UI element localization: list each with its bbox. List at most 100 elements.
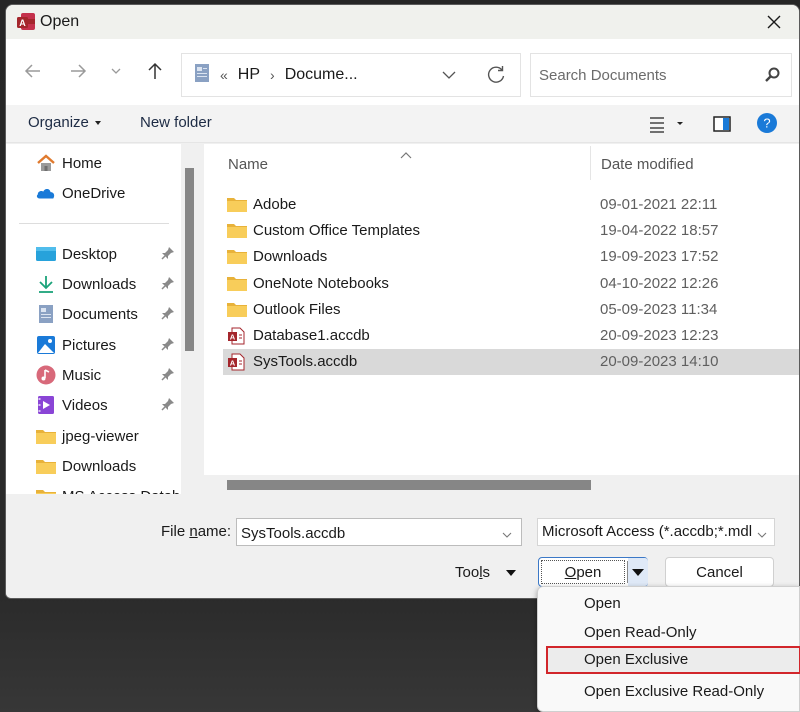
view-options-button[interactable] [648,114,684,138]
file-name-input[interactable] [241,523,491,543]
open-dialog: A Open « HP › Docume... Search Documents… [5,4,800,599]
menu-item-open[interactable]: Open [538,590,800,618]
column-header-name[interactable]: Name [228,156,268,173]
close-icon [767,15,781,29]
preview-pane-icon [713,116,731,132]
sidebar-item-music[interactable]: Music [36,362,186,388]
pin-icon[interactable] [161,397,175,415]
tools-button[interactable]: Tools [455,564,490,581]
breadcrumb-overflow[interactable]: « [220,67,228,83]
column-divider[interactable] [590,146,591,180]
address-history-button[interactable] [440,66,458,88]
file-row[interactable]: Downloads 19-09-2023 17:52 [223,244,799,270]
file-date-modified: 19-09-2023 17:52 [600,248,719,266]
file-name: SysTools.accdb [253,353,358,371]
cancel-button[interactable]: Cancel [665,557,774,587]
caret-down-icon [632,569,644,576]
file-row[interactable]: Adobe 09-01-2021 22:11 [223,192,799,218]
search-icon[interactable] [763,66,781,88]
back-button[interactable] [21,59,45,83]
file-name: Adobe [253,196,297,213]
access-file-icon: A [227,327,247,345]
up-button[interactable] [143,59,167,83]
folder-icon [36,456,56,476]
file-name-label: File name: [161,523,232,540]
breadcrumb-hp[interactable]: HP [238,66,260,84]
svg-text:A: A [230,359,236,368]
breadcrumb-separator[interactable]: › [270,67,275,83]
search-box[interactable] [530,53,792,97]
arrow-left-icon [24,64,40,78]
sidebar-item-videos[interactable]: Videos [36,392,186,418]
sidebar-scrollbar-thumb[interactable] [185,168,194,351]
svg-text:?: ? [763,116,770,131]
sidebar-item-home[interactable]: Home [36,150,186,176]
open-options-dropdown-button[interactable] [628,558,648,586]
address-bar[interactable]: « HP › Docume... [181,53,521,97]
videos-icon [36,395,56,415]
sidebar-item-onedrive[interactable]: OneDrive [36,180,186,206]
sidebar-item-desktop[interactable]: Desktop [36,241,186,267]
recent-locations-button[interactable] [104,59,128,83]
download-icon [36,274,56,294]
file-row[interactable]: Custom Office Templates 19-04-2022 18:57 [223,218,799,244]
navigation-bar: « HP › Docume... [6,39,799,105]
svg-text:A: A [230,333,236,342]
refresh-button[interactable] [485,64,507,90]
menu-item-open-exclusive[interactable]: Open Exclusive [546,646,800,674]
preview-pane-button[interactable] [712,114,732,138]
folder-icon [227,222,247,240]
file-name: Database1.accdb [253,327,370,344]
tools-caret-icon[interactable] [506,570,516,576]
access-app-icon: A [16,12,36,32]
file-row[interactable]: OneNote Notebooks 04-10-2022 12:26 [223,271,799,297]
breadcrumb-documents[interactable]: Docume... [285,66,358,84]
menu-item-open-read-only[interactable]: Open Read-Only [538,619,800,647]
folder-icon [227,301,247,319]
pin-icon[interactable] [161,246,175,264]
file-list: Name Date modified Adobe 09-01-2021 22:11… [204,144,799,475]
column-header-date-modified[interactable]: Date modified [601,156,694,173]
help-button[interactable]: ? [756,112,778,138]
new-folder-button[interactable]: New folder [140,114,212,131]
title-bar: A Open [6,5,799,39]
sidebar-item-jpeg-viewer[interactable]: jpeg-viewer [36,423,186,449]
file-row[interactable]: A Database1.accdb 20-09-2023 12:23 [223,323,799,349]
file-name-dropdown-button[interactable] [501,527,513,544]
file-row[interactable]: Outlook Files 05-09-2023 11:34 [223,297,799,323]
sidebar-item-downloads-folder[interactable]: Downloads [36,453,186,479]
documents-icon [36,304,56,324]
pin-icon[interactable] [161,337,175,355]
sidebar-item-downloads[interactable]: Downloads [36,271,186,297]
sidebar-item-ms-access-databases[interactable]: MS Access Datab [36,483,186,494]
refresh-icon [487,66,505,83]
search-input[interactable] [539,64,749,86]
menu-item-open-exclusive-read-only[interactable]: Open Exclusive Read-Only [538,678,800,706]
file-date-modified: 20-09-2023 14:10 [600,353,719,371]
folder-icon [36,426,56,446]
file-name: Outlook Files [253,300,341,318]
close-button[interactable] [763,11,785,33]
open-options-menu: Open Open Read-Only Open Exclusive Open … [537,586,800,712]
caret-down-icon [94,121,101,126]
file-type-select[interactable]: Microsoft Access (*.accdb;*.mdl [537,518,775,546]
file-name-combobox[interactable] [236,518,522,546]
forward-button[interactable] [66,59,90,83]
chevron-down-icon [502,532,512,538]
svg-text:A: A [19,18,26,28]
file-row[interactable]: A SysTools.accdb 20-09-2023 14:10 [223,349,799,376]
pin-icon[interactable] [161,276,175,294]
command-bar: Organize New folder ? [6,105,799,143]
sidebar-item-documents[interactable]: Documents [36,301,186,327]
sidebar-item-pictures[interactable]: Pictures [36,332,186,358]
file-name: OneNote Notebooks [253,274,389,292]
help-icon: ? [757,113,777,133]
pin-icon[interactable] [161,306,175,324]
pin-icon[interactable] [161,367,175,385]
chevron-down-icon [111,68,121,74]
horizontal-scrollbar-thumb[interactable] [227,480,591,490]
open-button[interactable]: Open [541,560,625,584]
organize-button[interactable]: Organize [28,114,101,131]
chevron-down-icon [442,71,456,79]
open-split-button[interactable]: Open [538,557,648,587]
